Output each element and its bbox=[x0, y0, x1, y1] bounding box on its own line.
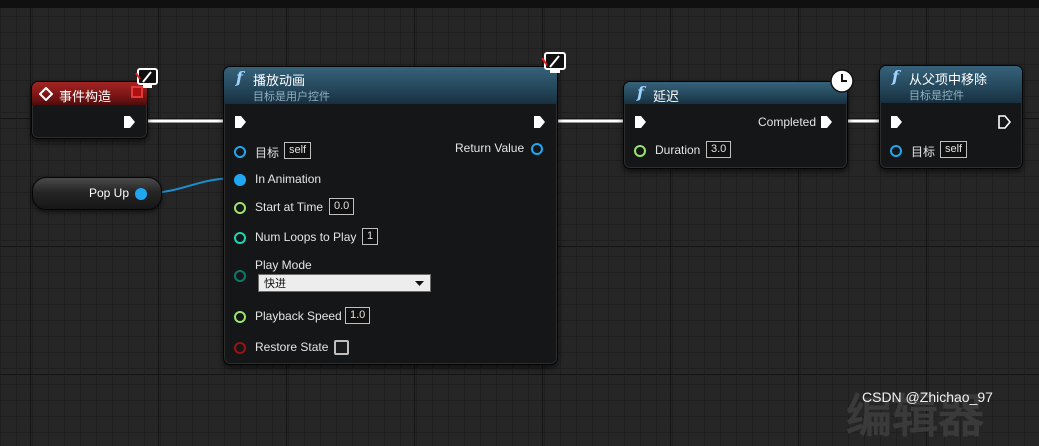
play-start-time-label: Start at Time bbox=[255, 200, 324, 214]
play-animation-node[interactable]: f 播放动画 目标是用户控件 目标 self Return Value In A… bbox=[223, 66, 558, 365]
play-return-pin[interactable] bbox=[531, 143, 543, 155]
delay-completed-pin[interactable] bbox=[820, 115, 833, 129]
play-restore-state-label: Restore State bbox=[255, 340, 329, 354]
chevron-down-icon bbox=[415, 281, 424, 286]
csdn-watermark: CSDN @Zhichao_97 bbox=[862, 389, 993, 405]
play-start-time-input[interactable]: 0.0 bbox=[329, 198, 355, 215]
play-exec-out-pin[interactable] bbox=[533, 115, 546, 129]
play-in-animation-label: In Animation bbox=[255, 172, 322, 186]
play-target-pin[interactable] bbox=[234, 146, 246, 158]
delay-node[interactable]: f 延迟 Completed Duration 3.0 bbox=[623, 81, 848, 169]
remove-target-label: 目标 bbox=[911, 145, 936, 159]
function-icon: f bbox=[236, 68, 243, 87]
play-num-loops-input[interactable]: 1 bbox=[362, 228, 379, 245]
remove-from-parent-node[interactable]: f 从父项中移除 目标是控件 目标 self bbox=[879, 65, 1023, 169]
delay-duration-pin[interactable] bbox=[634, 145, 646, 157]
play-target-value[interactable]: self bbox=[284, 142, 312, 159]
event-node-title: 事件构造 bbox=[59, 89, 112, 104]
play-speed-label: Playback Speed bbox=[255, 309, 342, 323]
delay-duration-input[interactable]: 3.0 bbox=[706, 141, 732, 158]
remove-exec-in-pin[interactable] bbox=[890, 115, 903, 129]
delay-node-title: 延迟 bbox=[653, 89, 680, 104]
play-exec-in-pin[interactable] bbox=[234, 115, 247, 129]
play-return-label: Return Value bbox=[455, 141, 525, 155]
latent-clock-icon bbox=[829, 68, 855, 99]
play-node-subtitle: 目标是用户控件 bbox=[253, 91, 330, 103]
event-construct-node[interactable]: 事件构造 bbox=[31, 81, 148, 139]
remove-node-title: 从父项中移除 bbox=[909, 72, 988, 87]
play-mode-selected-value: 快进 bbox=[264, 278, 286, 290]
event-client-server-badge-icon bbox=[135, 68, 159, 95]
play-node-title: 播放动画 bbox=[253, 73, 306, 88]
play-start-time-pin[interactable] bbox=[234, 202, 246, 214]
popup-variable-label: Pop Up bbox=[89, 186, 130, 200]
play-client-server-badge-icon bbox=[541, 52, 567, 81]
play-speed-pin[interactable] bbox=[234, 311, 246, 323]
play-restore-state-checkbox[interactable] bbox=[334, 340, 349, 355]
remove-exec-out-pin[interactable] bbox=[998, 115, 1011, 129]
play-num-loops-pin[interactable] bbox=[234, 232, 246, 244]
delay-duration-label: Duration bbox=[655, 143, 701, 157]
remove-node-subtitle: 目标是控件 bbox=[909, 90, 964, 102]
popup-variable-node[interactable]: Pop Up bbox=[32, 177, 162, 210]
delay-completed-label: Completed bbox=[758, 115, 817, 129]
play-speed-input[interactable]: 1.0 bbox=[345, 307, 371, 324]
function-icon: f bbox=[892, 67, 899, 86]
play-in-animation-pin[interactable] bbox=[234, 174, 246, 186]
play-num-loops-label: Num Loops to Play bbox=[255, 230, 357, 244]
play-restore-state-pin[interactable] bbox=[234, 342, 246, 354]
event-diamond-icon bbox=[39, 87, 53, 101]
play-mode-dropdown[interactable]: 快进 bbox=[258, 274, 431, 292]
play-mode-pin[interactable] bbox=[234, 270, 246, 282]
event-exec-out-pin[interactable] bbox=[123, 115, 136, 129]
play-mode-label: Play Mode bbox=[255, 258, 312, 272]
remove-target-value[interactable]: self bbox=[940, 141, 968, 158]
delay-exec-in-pin[interactable] bbox=[634, 115, 647, 129]
popup-output-pin[interactable] bbox=[135, 188, 147, 200]
function-icon: f bbox=[637, 83, 644, 102]
play-target-label: 目标 bbox=[255, 146, 280, 160]
remove-target-pin[interactable] bbox=[890, 145, 902, 157]
